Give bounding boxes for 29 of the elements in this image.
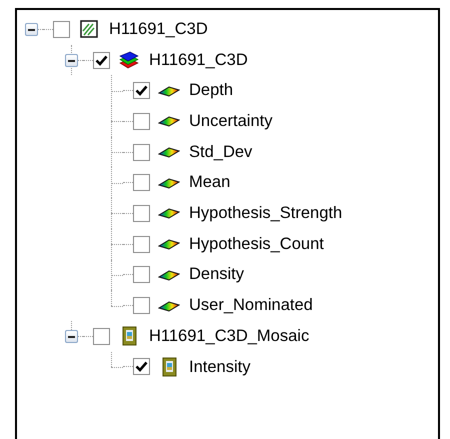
checkbox[interactable] xyxy=(133,144,150,161)
tree-item-label[interactable]: Depth xyxy=(189,78,234,104)
checkbox[interactable] xyxy=(93,52,110,69)
checkbox[interactable] xyxy=(133,266,150,284)
tree-item-label[interactable]: H11691_C3D_Mosaic xyxy=(149,324,310,349)
checkbox[interactable] xyxy=(133,204,150,222)
checkbox[interactable] xyxy=(133,112,150,130)
checkbox[interactable] xyxy=(133,82,150,100)
checkbox[interactable] xyxy=(133,297,150,314)
tree-item-label[interactable]: Hypothesis_Count xyxy=(189,232,324,257)
collapse-toggle[interactable] xyxy=(65,54,78,68)
hatched-square-icon xyxy=(78,19,100,40)
collapse-toggle[interactable] xyxy=(25,23,38,36)
tree-item-label[interactable]: Intensity xyxy=(189,354,250,380)
tree-item-label[interactable]: H11691_C3D xyxy=(109,16,208,42)
collapse-toggle[interactable] xyxy=(65,330,78,344)
tree-item-label[interactable]: H11691_C3D xyxy=(149,48,248,72)
layers-icon xyxy=(118,50,140,70)
tree-item-label[interactable]: Mean xyxy=(189,170,230,196)
tree-item-label[interactable]: Hypothesis_Strength xyxy=(189,201,342,226)
checkbox[interactable] xyxy=(133,358,150,376)
checkbox[interactable] xyxy=(53,20,70,38)
tree-item-label[interactable]: Density xyxy=(189,262,244,288)
checkbox[interactable] xyxy=(133,236,150,253)
checkbox[interactable] xyxy=(133,174,150,192)
tree-item-label[interactable]: Std_Dev xyxy=(189,140,252,164)
tree-item-label[interactable]: Uncertainty xyxy=(189,109,272,134)
tree-item-label[interactable]: User_Nominated xyxy=(189,293,313,318)
checkbox[interactable] xyxy=(93,328,110,345)
